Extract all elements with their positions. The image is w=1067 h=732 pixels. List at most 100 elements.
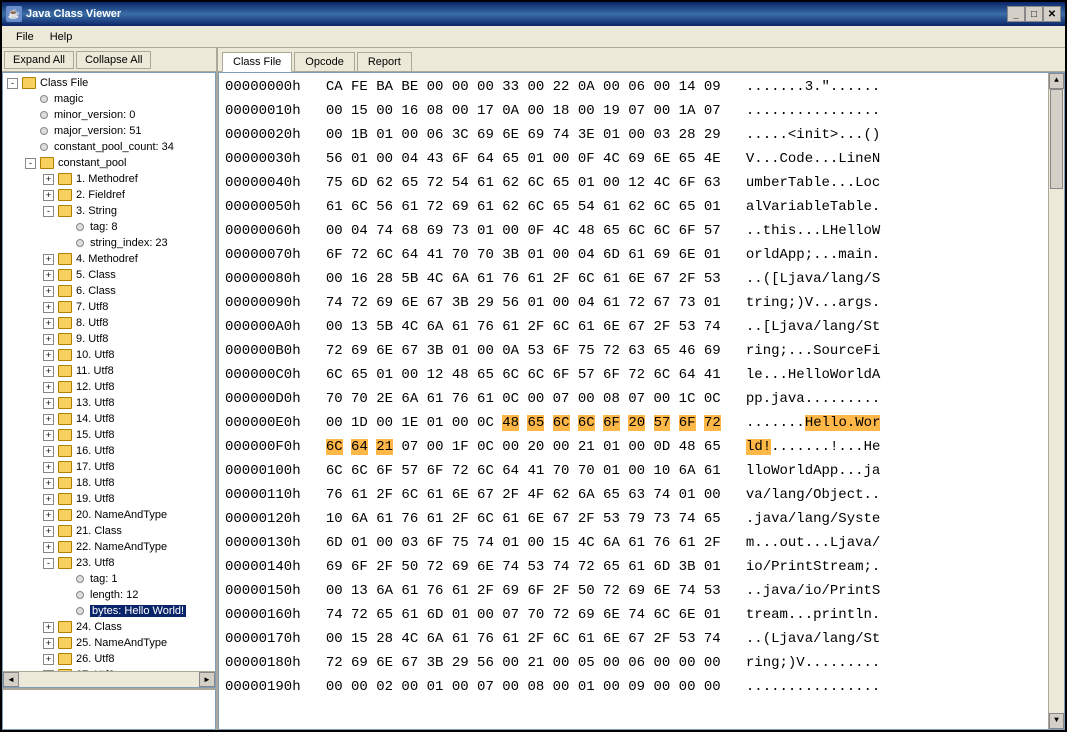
hex-row: 000000A0h 00 13 5B 4C 6A 61 76 61 2F 6C … — [225, 315, 1058, 339]
tree-node[interactable]: constant_pool_count: 34 — [3, 139, 215, 155]
hex-vscroll[interactable]: ▲ ▼ — [1048, 73, 1064, 729]
expand-icon[interactable]: + — [43, 462, 54, 473]
scroll-down-icon[interactable]: ▼ — [1049, 713, 1064, 729]
tree-node[interactable]: +6. Class — [3, 283, 215, 299]
leaf-icon — [40, 143, 48, 151]
tree-node[interactable]: +1. Methodref — [3, 171, 215, 187]
tree-node[interactable]: +10. Utf8 — [3, 347, 215, 363]
expand-icon[interactable]: + — [43, 446, 54, 457]
tree-node[interactable]: +24. Class — [3, 619, 215, 635]
expand-icon[interactable]: + — [43, 334, 54, 345]
tree-label: 24. Class — [76, 621, 122, 633]
close-button[interactable]: ✕ — [1043, 6, 1061, 22]
tree-node[interactable]: -Class File — [3, 75, 215, 91]
tree-node[interactable]: tag: 8 — [3, 219, 215, 235]
expand-icon[interactable]: + — [43, 494, 54, 505]
tab-classfile[interactable]: Class File — [222, 52, 292, 72]
tree-node[interactable]: bytes: Hello World! — [3, 603, 215, 619]
scroll-up-icon[interactable]: ▲ — [1049, 73, 1064, 89]
tree-node[interactable]: - constant_pool — [3, 155, 215, 171]
tree-node[interactable]: +22. NameAndType — [3, 539, 215, 555]
leaf-icon — [76, 575, 84, 583]
expand-icon[interactable]: + — [43, 382, 54, 393]
hex-row: 00000020h 00 1B 01 00 06 3C 69 6E 69 74 … — [225, 123, 1058, 147]
tree-hscroll[interactable]: ◄ ► — [3, 671, 215, 687]
expand-icon[interactable]: + — [43, 174, 54, 185]
menu-file[interactable]: File — [8, 29, 42, 45]
expand-icon[interactable]: + — [43, 542, 54, 553]
expand-icon[interactable]: + — [43, 526, 54, 537]
tree-node[interactable]: +12. Utf8 — [3, 379, 215, 395]
menu-help[interactable]: Help — [42, 29, 81, 45]
tree-label: 17. Utf8 — [76, 461, 115, 473]
folder-icon — [58, 445, 72, 457]
expand-all-button[interactable]: Expand All — [4, 51, 74, 69]
folder-icon — [58, 493, 72, 505]
tree-node[interactable]: +25. NameAndType — [3, 635, 215, 651]
title-bar: ☕ Java Class Viewer _ □ ✕ — [2, 2, 1065, 26]
collapse-all-button[interactable]: Collapse All — [76, 51, 151, 69]
collapse-icon[interactable]: - — [25, 158, 36, 169]
tab-report[interactable]: Report — [357, 52, 412, 71]
tree-node[interactable]: +20. NameAndType — [3, 507, 215, 523]
expand-icon[interactable]: + — [43, 254, 54, 265]
class-tree[interactable]: -Class Filemagicminor_version: 0major_ve… — [2, 72, 216, 688]
expand-icon[interactable]: + — [43, 302, 54, 313]
scroll-thumb[interactable] — [1050, 89, 1063, 189]
tree-label: 5. Class — [76, 269, 116, 281]
tree-node[interactable]: -23. Utf8 — [3, 555, 215, 571]
tree-node[interactable]: -3. String — [3, 203, 215, 219]
tree-node[interactable]: magic — [3, 91, 215, 107]
collapse-icon[interactable]: - — [43, 206, 54, 217]
leaf-icon — [76, 239, 84, 247]
tree-node[interactable]: +16. Utf8 — [3, 443, 215, 459]
tree-node[interactable]: +9. Utf8 — [3, 331, 215, 347]
tree-node[interactable]: +11. Utf8 — [3, 363, 215, 379]
tree-node[interactable]: +2. Fieldref — [3, 187, 215, 203]
expand-icon[interactable]: + — [43, 190, 54, 201]
expand-icon[interactable]: + — [43, 286, 54, 297]
tree-node[interactable]: string_index: 23 — [3, 235, 215, 251]
tree-node[interactable]: +15. Utf8 — [3, 427, 215, 443]
expand-icon[interactable]: + — [43, 654, 54, 665]
scroll-left-icon[interactable]: ◄ — [3, 672, 19, 687]
collapse-icon[interactable]: - — [7, 78, 18, 89]
tree-label: 7. Utf8 — [76, 301, 108, 313]
tree-node[interactable]: +4. Methodref — [3, 251, 215, 267]
minimize-button[interactable]: _ — [1007, 6, 1025, 22]
tree-node[interactable]: minor_version: 0 — [3, 107, 215, 123]
leaf-icon — [76, 591, 84, 599]
expand-icon[interactable]: + — [43, 510, 54, 521]
expand-icon[interactable]: + — [43, 430, 54, 441]
maximize-button[interactable]: □ — [1025, 6, 1043, 22]
tree-node[interactable]: +13. Utf8 — [3, 395, 215, 411]
tree-node[interactable]: +19. Utf8 — [3, 491, 215, 507]
tree-node[interactable]: +5. Class — [3, 267, 215, 283]
tree-node[interactable]: +18. Utf8 — [3, 475, 215, 491]
tree-node[interactable]: +17. Utf8 — [3, 459, 215, 475]
expand-icon[interactable]: + — [43, 398, 54, 409]
hex-row: 00000010h 00 15 00 16 08 00 17 0A 00 18 … — [225, 99, 1058, 123]
tab-opcode[interactable]: Opcode — [294, 52, 355, 71]
scroll-right-icon[interactable]: ► — [199, 672, 215, 687]
tree-node[interactable]: +21. Class — [3, 523, 215, 539]
tree-node[interactable]: length: 12 — [3, 587, 215, 603]
tree-label: constant_pool — [58, 157, 127, 169]
expand-icon[interactable]: + — [43, 622, 54, 633]
tree-node[interactable]: tag: 1 — [3, 571, 215, 587]
tree-node[interactable]: major_version: 51 — [3, 123, 215, 139]
hex-row: 00000160h 74 72 65 61 6D 01 00 07 70 72 … — [225, 603, 1058, 627]
tree-node[interactable]: +8. Utf8 — [3, 315, 215, 331]
tree-node[interactable]: +26. Utf8 — [3, 651, 215, 667]
hex-view[interactable]: 00000000h CA FE BA BE 00 00 00 33 00 22 … — [218, 72, 1065, 730]
expand-icon[interactable]: + — [43, 318, 54, 329]
expand-icon[interactable]: + — [43, 366, 54, 377]
tree-node[interactable]: +14. Utf8 — [3, 411, 215, 427]
expand-icon[interactable]: + — [43, 638, 54, 649]
tree-node[interactable]: +7. Utf8 — [3, 299, 215, 315]
expand-icon[interactable]: + — [43, 478, 54, 489]
expand-icon[interactable]: + — [43, 350, 54, 361]
expand-icon[interactable]: + — [43, 414, 54, 425]
expand-icon[interactable]: + — [43, 270, 54, 281]
collapse-icon[interactable]: - — [43, 558, 54, 569]
